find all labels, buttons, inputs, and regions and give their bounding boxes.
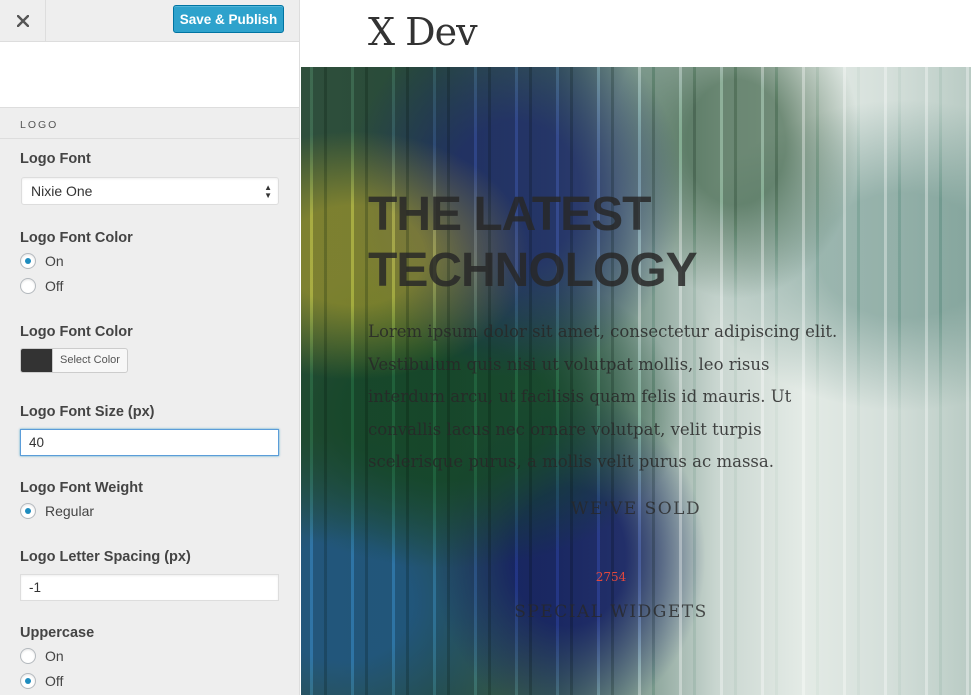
site-header: X Dev: [301, 0, 971, 67]
logo-font-color-off-radio[interactable]: Off: [20, 277, 63, 295]
uppercase-label: Uppercase: [20, 625, 95, 641]
hero-section: THE LATEST TECHNOLOGY Lorem ipsum dolor …: [301, 67, 971, 695]
section-title: LOGO: [20, 119, 59, 131]
radio-label: Regular: [45, 503, 95, 519]
select-arrows-icon: ▲ ▼: [264, 183, 272, 200]
logo-font-color-toggle-label: Logo Font Color: [20, 230, 133, 246]
color-swatch: [21, 349, 52, 372]
radio-checked-icon: [20, 673, 36, 689]
logo-font-weight-label: Logo Font Weight: [20, 480, 143, 496]
radio-unchecked-icon: [20, 648, 36, 664]
radio-checked-icon: [20, 503, 36, 519]
logo-font-label: Logo Font: [20, 151, 91, 167]
sold-subtitle: SPECIAL WIDGETS: [514, 602, 708, 622]
close-icon: [16, 14, 29, 27]
sold-count: 2754: [595, 570, 627, 584]
logo-font-size-input[interactable]: [20, 429, 279, 456]
logo-font-weight-regular-radio[interactable]: Regular: [20, 502, 94, 520]
hero-title: THE LATEST TECHNOLOGY: [368, 188, 698, 297]
radio-label: On: [45, 253, 64, 269]
hero-body-text: Lorem ipsum dolor sit amet, consectetur …: [368, 322, 838, 471]
logo-font-color-picker[interactable]: Select Color: [20, 348, 128, 373]
customizer-sidebar: Save & Publish LOGO Logo Font Nixie One …: [0, 0, 300, 695]
logo-letter-spacing-input[interactable]: [20, 574, 279, 601]
customizer-header: Save & Publish: [0, 0, 299, 42]
radio-label: On: [45, 648, 64, 664]
section-header-logo[interactable]: LOGO: [0, 109, 299, 139]
radio-checked-icon: [20, 253, 36, 269]
radio-unchecked-icon: [20, 278, 36, 294]
uppercase-off-radio[interactable]: Off: [20, 672, 63, 690]
select-color-label: Select Color: [52, 349, 127, 372]
sold-title: WE'VE SOLD: [570, 499, 702, 519]
close-button[interactable]: [0, 0, 46, 41]
site-logo[interactable]: X Dev: [368, 10, 478, 54]
radio-label: Off: [45, 278, 64, 294]
theme-info-area: [0, 42, 299, 108]
logo-font-color-label: Logo Font Color: [20, 324, 133, 340]
logo-letter-spacing-label: Logo Letter Spacing (px): [20, 549, 191, 565]
uppercase-on-radio[interactable]: On: [20, 647, 64, 665]
logo-font-value: Nixie One: [31, 183, 93, 199]
logo-font-size-label: Logo Font Size (px): [20, 404, 155, 420]
logo-font-select[interactable]: Nixie One ▲ ▼: [21, 177, 279, 205]
site-preview[interactable]: X Dev THE LATEST TECHNOLOGY Lorem ipsum …: [301, 0, 971, 695]
save-publish-button[interactable]: Save & Publish: [173, 5, 284, 33]
logo-font-color-on-radio[interactable]: On: [20, 252, 64, 270]
radio-label: Off: [45, 673, 64, 689]
